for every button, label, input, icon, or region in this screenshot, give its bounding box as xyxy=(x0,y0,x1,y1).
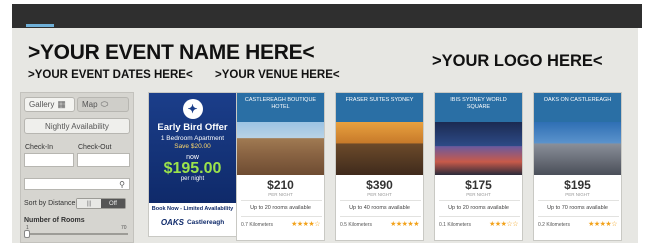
promo-per-night: per night xyxy=(180,176,205,182)
promo-save: Save $20.00 xyxy=(174,143,211,150)
toggle-on-side: ||| xyxy=(77,199,101,208)
divider xyxy=(340,200,421,201)
divider xyxy=(439,200,520,201)
sort-label: Sort by Distance xyxy=(24,200,76,207)
top-accent xyxy=(26,24,54,27)
hotel-rating-stars: ★★★★★ xyxy=(390,221,419,228)
divider xyxy=(340,216,421,217)
hotel-name[interactable]: CASTLEREAGH BOUTIQUE HOTEL xyxy=(237,93,324,122)
divider xyxy=(241,200,322,201)
promo-cta[interactable]: Book Now - Limited Availability xyxy=(149,206,236,212)
hotel-price-note: PER NIGHT xyxy=(268,192,293,197)
hotel-distance: 0.2 Kilometers xyxy=(538,222,570,228)
hotel-price: $390 xyxy=(366,178,393,192)
bird-icon: ✦ xyxy=(182,99,203,119)
promo-title: Early Bird Offer xyxy=(157,122,228,133)
slider-handle[interactable] xyxy=(24,230,30,238)
map-view-button[interactable]: Map ⬭ xyxy=(77,97,129,112)
event-dates: >YOUR EVENT DATES HERE< xyxy=(28,69,193,81)
hotel-rating-stars: ★★★☆☆ xyxy=(489,221,518,228)
hotel-rating-stars: ★★★★☆ xyxy=(588,221,617,228)
hotel-rooms: Up to 70 rooms available xyxy=(547,205,608,211)
divider xyxy=(538,216,619,217)
hotel-price-note: PER NIGHT xyxy=(466,192,491,197)
hotel-price-note: PER NIGHT xyxy=(367,192,392,197)
hotel-photo[interactable] xyxy=(534,122,621,175)
divider xyxy=(241,216,322,217)
hotel-card[interactable]: CASTLEREAGH BOUTIQUE HOTEL $210 PER NIGHT U… xyxy=(236,92,325,241)
event-logo: >YOUR LOGO HERE< xyxy=(432,52,603,70)
event-venue: >YOUR VENUE HERE< xyxy=(215,69,340,81)
grid-icon: ▦ xyxy=(57,99,66,109)
event-name: >YOUR EVENT NAME HERE< xyxy=(28,41,315,64)
checkin-input[interactable] xyxy=(24,153,74,167)
hotel-name[interactable]: FRASER SUITES SYDNEY xyxy=(336,93,423,122)
checkout-input[interactable] xyxy=(77,153,130,167)
search-icon: ⚲ xyxy=(119,180,125,189)
event-page: >YOUR EVENT NAME HERE< >YOUR EVENT DATES… xyxy=(12,28,638,243)
hotel-name[interactable]: IBIS SYDNEY WORLD SQUARE xyxy=(435,93,522,122)
toggle-off-label: Off xyxy=(101,199,125,208)
hotel-distance: 0.1 Kilometers xyxy=(439,222,471,228)
search-input[interactable]: ⚲ xyxy=(24,178,130,190)
rooms-max: 70 xyxy=(121,225,127,231)
hotel-rating-stars: ★★★★☆ xyxy=(291,221,320,228)
hotel-price: $175 xyxy=(465,178,492,192)
promo-price: $195.00 xyxy=(163,160,222,177)
hotel-rooms: Up to 20 rooms available xyxy=(250,205,311,211)
top-bar xyxy=(12,4,642,28)
promo-footer: OAKS Castlereagh xyxy=(149,218,236,227)
hotel-photo[interactable] xyxy=(237,122,324,175)
hotel-card[interactable]: IBIS SYDNEY WORLD SQUARE $175 PER NIGHT Up … xyxy=(434,92,523,241)
hotel-rooms: Up to 20 rooms available xyxy=(448,205,509,211)
map-icon: ⬭ xyxy=(100,99,109,109)
gallery-label: Gallery xyxy=(29,100,55,109)
hotel-photo[interactable] xyxy=(336,122,423,175)
promo-panel: ✦ Early Bird Offer 1 Bedroom Apartment S… xyxy=(149,93,236,203)
hotel-distance: 0.5 Kilometers xyxy=(340,222,372,228)
promo-ad[interactable]: ✦ Early Bird Offer 1 Bedroom Apartment S… xyxy=(148,92,237,237)
promo-subtitle: 1 Bedroom Apartment xyxy=(160,135,225,142)
hotel-rooms: Up to 40 rooms available xyxy=(349,205,410,211)
rooms-slider[interactable] xyxy=(24,230,128,238)
hotel-photo[interactable] xyxy=(435,122,522,175)
hotel-price-note: PER NIGHT xyxy=(565,192,590,197)
map-label: Map xyxy=(82,100,98,109)
divider xyxy=(538,200,619,201)
gallery-view-button[interactable]: Gallery ▦ xyxy=(24,97,75,112)
filter-panel: Gallery ▦ Map ⬭ Nightly Availability Che… xyxy=(20,92,134,243)
divider xyxy=(439,216,520,217)
hotel-card[interactable]: FRASER SUITES SYDNEY $390 PER NIGHT Up to 4… xyxy=(335,92,424,241)
checkin-label: Check-In xyxy=(25,144,54,151)
oaks-location: Castlereagh xyxy=(186,219,225,226)
hotel-price: $210 xyxy=(267,178,294,192)
sort-toggle[interactable]: ||| Off xyxy=(76,198,126,209)
rooms-label: Number of Rooms xyxy=(24,217,85,224)
checkout-label: Check-Out xyxy=(78,144,112,151)
hotel-name[interactable]: OAKS ON CASTLEREAGH xyxy=(534,93,621,122)
hotel-card[interactable]: OAKS ON CASTLEREAGH $195 PER NIGHT Up to 70… xyxy=(533,92,622,241)
hotel-distance: 0.7 Kilometers xyxy=(241,222,273,228)
nightly-availability-button[interactable]: Nightly Availability xyxy=(24,118,130,134)
oaks-logo: OAKS xyxy=(160,218,184,227)
hotel-price: $195 xyxy=(564,178,591,192)
